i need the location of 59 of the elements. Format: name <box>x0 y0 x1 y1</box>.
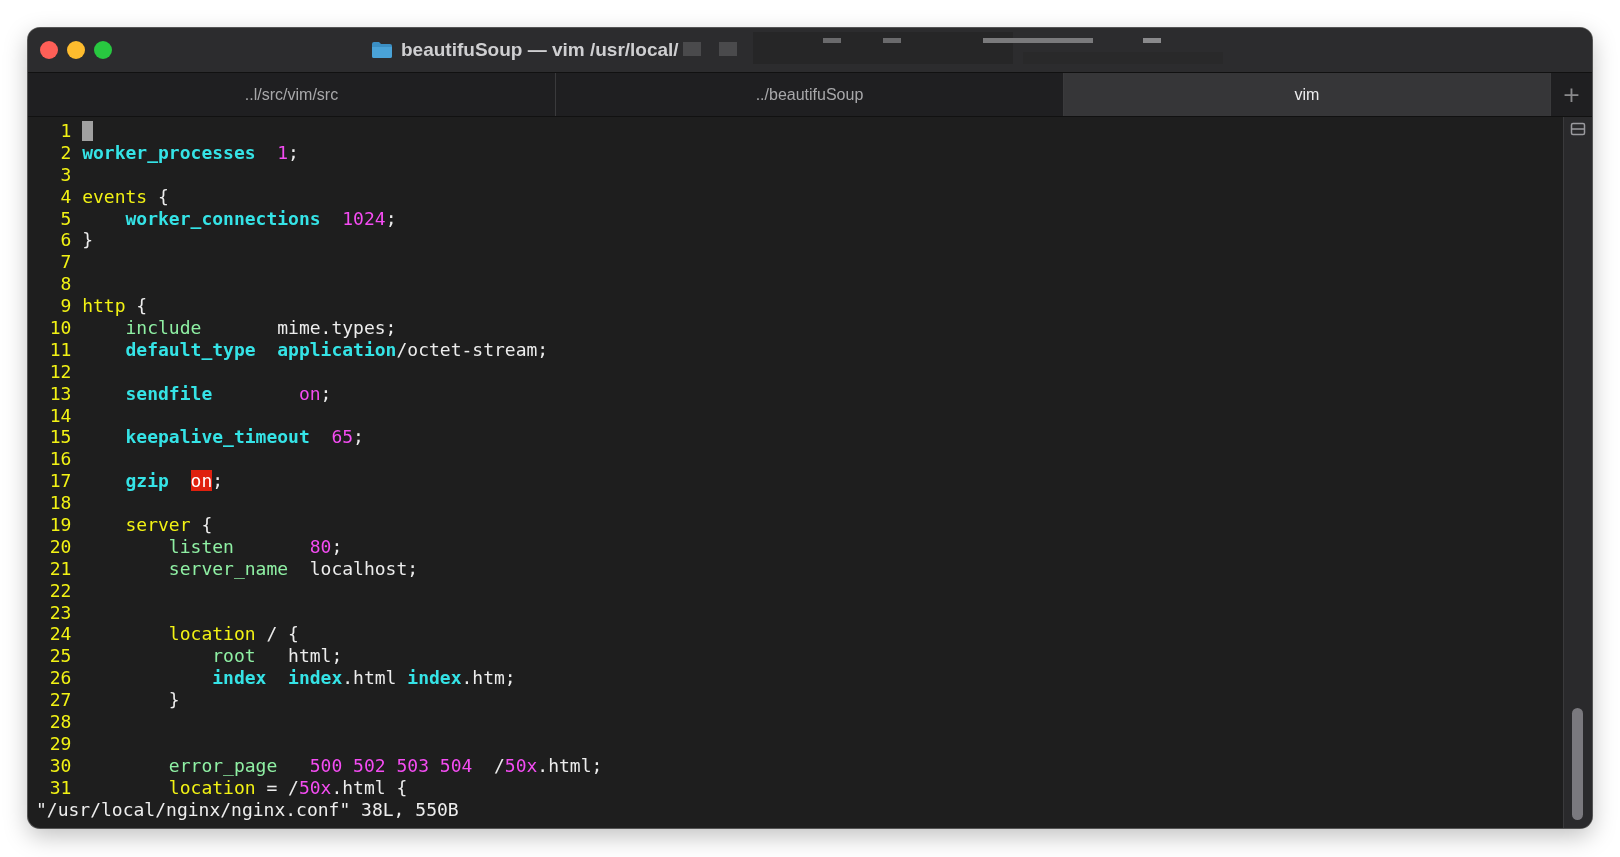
code-line: } <box>167 689 180 712</box>
code-line: http { <box>82 295 148 317</box>
line-number: 15 <box>48 426 72 449</box>
line-number: 29 <box>48 732 72 755</box>
code-line: events { <box>82 185 169 208</box>
line-number: 2 <box>59 141 72 164</box>
code-line: location / { <box>167 623 299 646</box>
code-line: server_name localhost; <box>167 557 419 580</box>
code-line: } <box>82 229 93 252</box>
line-number: 1 <box>59 120 72 142</box>
line-number: 4 <box>59 185 72 208</box>
close-button[interactable] <box>40 41 58 59</box>
line-number: 16 <box>48 448 72 471</box>
line-number: 13 <box>48 382 72 405</box>
line-number: 19 <box>48 514 72 536</box>
line-number: 26 <box>48 667 72 690</box>
code-line: keepalive_timeout 65; <box>124 426 364 449</box>
code-line: index index.html index.htm; <box>211 667 516 690</box>
window-title: beautifuSoup — vim /usr/local/ <box>401 39 679 61</box>
code-line: listen 80; <box>167 535 343 558</box>
line-number: 25 <box>48 645 72 668</box>
code-line: server { <box>124 514 213 536</box>
line-number: 27 <box>48 689 72 712</box>
line-number: 3 <box>59 163 72 186</box>
line-number: 7 <box>59 251 72 274</box>
line-number: 10 <box>48 317 72 339</box>
line-number: 22 <box>48 579 72 602</box>
scrollbar-thumb[interactable] <box>1572 708 1583 820</box>
code-line: root html; <box>211 645 343 668</box>
line-number: 21 <box>48 557 72 580</box>
code-line: error_page 500 502 503 504 /50x.html; <box>167 754 603 777</box>
code-line: include mime.types; <box>124 317 397 339</box>
line-number: 11 <box>48 338 72 361</box>
tab[interactable]: vim <box>1064 73 1551 116</box>
code-line: worker_connections 1024; <box>124 207 397 230</box>
line-number: 30 <box>48 754 72 777</box>
line-number: 9 <box>59 295 72 317</box>
zoom-button[interactable] <box>94 41 112 59</box>
line-number: 18 <box>48 492 72 515</box>
code-line: default_type application/octet-stream; <box>124 338 549 361</box>
split-pane-icon[interactable] <box>1570 121 1586 137</box>
line-number: 5 <box>59 207 72 230</box>
line-number: 14 <box>48 404 72 427</box>
code-line: worker_processes 1; <box>82 141 299 164</box>
line-number: 31 <box>48 776 72 799</box>
line-number: 23 <box>48 601 72 624</box>
status-message: "/usr/local/nginx/nginx.conf" 38L, 550B <box>35 798 460 821</box>
folder-icon <box>371 41 393 59</box>
line-number: 8 <box>59 273 72 296</box>
minimize-button[interactable] <box>67 41 85 59</box>
line-number: 12 <box>48 360 72 383</box>
code-line: gzip on; <box>124 470 224 493</box>
code-line: sendfile on; <box>124 382 332 405</box>
line-number: 6 <box>59 229 72 252</box>
code-line: location = /50x.html { <box>167 776 408 799</box>
line-number: 17 <box>48 470 72 493</box>
line-number: 28 <box>48 711 72 733</box>
line-number: 20 <box>48 535 72 558</box>
line-number: 24 <box>48 623 72 646</box>
